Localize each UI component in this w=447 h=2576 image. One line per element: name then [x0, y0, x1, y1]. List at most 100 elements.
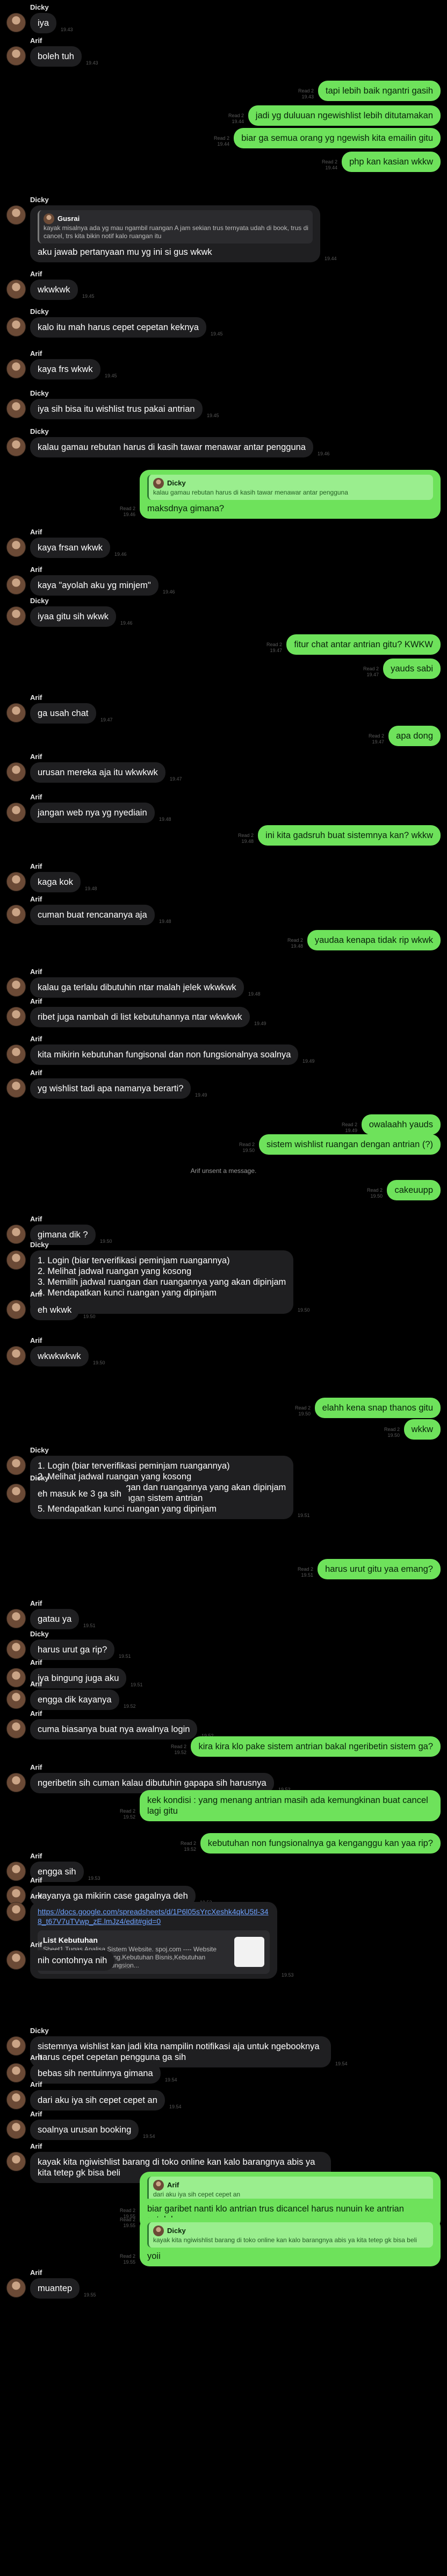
message-bubble[interactable]: yaudaa kenapa tidak rip wkwk — [307, 930, 441, 950]
avatar[interactable] — [6, 2278, 26, 2298]
avatar[interactable] — [6, 1044, 26, 1064]
avatar[interactable] — [6, 538, 26, 557]
sender-name: Arif — [30, 528, 42, 536]
reply-quote[interactable]: Gusrai kayak misalnya ada yg mau ngambil … — [38, 210, 313, 244]
message-bubble[interactable]: ini kita gadsruh buat sistemnya kan? wkk… — [258, 825, 441, 846]
avatar[interactable] — [6, 205, 26, 225]
message-bubble[interactable]: elahh kena snap thanos gitu — [314, 1398, 441, 1418]
avatar[interactable] — [6, 1346, 26, 1365]
message-bubble[interactable]: cakeuupp — [387, 1180, 441, 1200]
avatar[interactable] — [6, 1640, 26, 1659]
message-bubble[interactable]: kita mikirin kebutuhan fungisonal dan no… — [30, 1044, 299, 1065]
message-bubble[interactable]: jadi yg duluuan ngewishlist lebih dituta… — [248, 105, 441, 126]
avatar[interactable] — [6, 872, 26, 891]
message-bubble[interactable]: harus urut gitu yaa emang? — [318, 1559, 441, 1579]
message-bubble[interactable]: kaga kok — [30, 872, 81, 892]
message-bubble[interactable]: kaya "ayolah aku yg minjem" — [30, 575, 158, 596]
message-bubble[interactable]: boleh tuh — [30, 46, 82, 67]
message-bubble[interactable]: gatau ya — [30, 1609, 80, 1629]
message-bubble[interactable]: iya sih bisa itu wishlist trus pakai ant… — [30, 399, 203, 419]
message-bubble[interactable]: wkkw — [403, 1419, 441, 1440]
message-bubble[interactable]: ribet juga nambah di list kebutuhannya n… — [30, 1007, 250, 1027]
message-bubble[interactable]: yg wishlist tadi apa namanya berarti? — [30, 1078, 191, 1099]
message-bubble[interactable]: harus urut ga rip? — [30, 1640, 115, 1660]
avatar[interactable] — [6, 317, 26, 337]
message-bubble[interactable]: soalnya urusan booking — [30, 2120, 139, 2140]
message-bubble[interactable]: engga dik kayanya — [30, 1690, 119, 1710]
message-bubble[interactable]: eh masuk ke 3 ga sih — [30, 1484, 129, 1504]
avatar[interactable] — [6, 46, 26, 66]
avatar[interactable] — [6, 977, 26, 997]
message-bubble[interactable]: bebas sih nentuinnya gimana — [30, 2063, 161, 2084]
avatar[interactable] — [6, 1902, 26, 1921]
avatar[interactable] — [6, 1007, 26, 1026]
message-bubble[interactable]: nih contohnya nih — [30, 1950, 115, 1971]
message-bubble[interactable]: kaya frs wkwk — [30, 359, 100, 380]
message-bubble[interactable]: wkwkwkwk — [30, 1346, 89, 1366]
avatar[interactable] — [6, 1300, 26, 1319]
message-bubble[interactable]: dari aku iya sih cepet cepet an — [30, 2090, 165, 2110]
message-bubble[interactable]: jangan web nya yg nyediain — [30, 803, 155, 823]
reply-quote[interactable]: Dicky kayak kita ngiwishlist barang di to… — [147, 2222, 433, 2248]
message-bubble[interactable]: kira kira klo pake sistem antrian bakal … — [191, 1736, 441, 1757]
avatar[interactable] — [6, 2063, 26, 2083]
message-bubble[interactable]: iya — [30, 13, 57, 33]
message-bubble[interactable]: eh wkwk — [30, 1300, 80, 1320]
message-bubble[interactable]: iyaa gitu sih wkwk — [30, 606, 117, 627]
avatar[interactable] — [6, 2152, 26, 2171]
avatar[interactable] — [6, 1609, 26, 1628]
message-bubble[interactable]: kalau gamau rebutan harus di kasih tawar… — [30, 437, 313, 457]
message-bubble[interactable]: cuman buat rencananya aja — [30, 905, 155, 925]
avatar[interactable] — [6, 762, 26, 782]
avatar[interactable] — [6, 1773, 26, 1792]
message-bubble[interactable]: Dicky kayak kita ngiwishlist barang di to… — [140, 2217, 441, 2266]
message-bubble[interactable]: biar ga semua orang yg ngewish kita emai… — [234, 128, 441, 148]
message-bubble[interactable]: wkwkwk — [30, 280, 78, 300]
avatar[interactable] — [6, 1484, 26, 1503]
avatar[interactable] — [6, 399, 26, 418]
avatar[interactable] — [6, 1690, 26, 1709]
message-bubble[interactable]: kalau ga terlalu dibutuhin ntar malah je… — [30, 977, 244, 998]
message-bubble[interactable]: muantep — [30, 2278, 80, 2299]
message-bubble[interactable]: Dicky kalau gamau rebutan harus di kasih … — [140, 470, 441, 519]
avatar[interactable] — [6, 13, 26, 32]
avatar[interactable] — [6, 703, 26, 722]
avatar[interactable] — [6, 1250, 26, 1270]
message-bubble[interactable]: yauds sabi — [383, 659, 441, 679]
message-bubble[interactable]: php kan kasian wkkw — [342, 152, 441, 172]
message-bubble[interactable]: kaya frsan wkwk — [30, 538, 111, 558]
link-url[interactable]: https://docs.google.com/spreadsheets/d/1… — [38, 1907, 270, 1926]
avatar[interactable] — [6, 575, 26, 595]
reply-quote[interactable]: Arif dari aku iya sih cepet cepet an — [147, 2177, 433, 2202]
message-bubble[interactable]: kalo itu mah harus cepet cepetan keknya — [30, 317, 206, 338]
avatar[interactable] — [6, 2090, 26, 2109]
message-bubble[interactable]: sistem wishlist ruangan dengan antrian (… — [259, 1134, 441, 1155]
message-bubble[interactable]: urusan mereka aja itu wkwkwk — [30, 762, 165, 783]
message-bubble[interactable]: kebutuhan non fungsionalnya ga kenganggu… — [200, 1833, 441, 1854]
avatar[interactable] — [6, 1456, 26, 1475]
message-bubble[interactable]: cuma biasanya buat nya awalnya login — [30, 1719, 198, 1740]
message-bubble[interactable]: owalaahh yauds — [361, 1114, 441, 1135]
avatar[interactable] — [6, 905, 26, 924]
avatar[interactable] — [6, 1950, 26, 1970]
avatar[interactable] — [6, 2120, 26, 2139]
message-bubble[interactable]: apa dong — [388, 726, 441, 746]
avatar[interactable] — [6, 437, 26, 456]
avatar[interactable] — [6, 1668, 26, 1687]
avatar[interactable] — [6, 280, 26, 299]
avatar[interactable] — [6, 1719, 26, 1738]
reply-quote[interactable]: Dicky kalau gamau rebutan harus di kasih … — [147, 475, 433, 500]
message-bubble[interactable]: fitur chat antar antrian gitu? KWKW — [286, 634, 441, 655]
message-bubble[interactable]: iya bingung juga aku — [30, 1668, 127, 1688]
avatar[interactable] — [6, 803, 26, 822]
avatar[interactable] — [6, 1862, 26, 1881]
avatar[interactable] — [6, 2036, 26, 2056]
message-bubble[interactable]: Gusrai kayak misalnya ada yg mau ngambil … — [30, 205, 320, 262]
message-bubble[interactable]: ga usah chat — [30, 703, 96, 724]
avatar[interactable] — [6, 606, 26, 626]
message-bubble[interactable]: tapi lebih baik ngantri gasih — [318, 81, 441, 101]
avatar[interactable] — [6, 359, 26, 378]
message-bubble[interactable]: kek kondisi : yang menang antrian masih … — [140, 1790, 441, 1821]
avatar[interactable] — [6, 1225, 26, 1244]
avatar[interactable] — [6, 1078, 26, 1098]
